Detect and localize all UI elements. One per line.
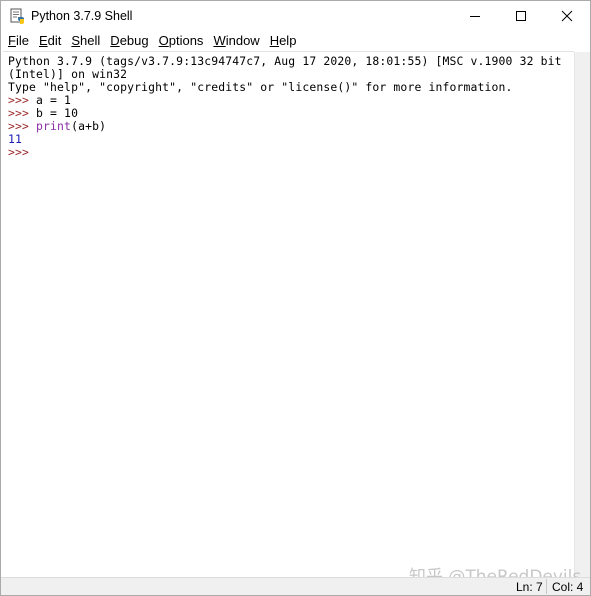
menu-debug-accel: D: [110, 33, 120, 48]
menu-help[interactable]: Help: [265, 31, 302, 51]
idle-shell-window: Python 3.7.9 Shell File Edit Shell Debug…: [0, 0, 591, 596]
shell-prompt: >>>: [8, 93, 37, 107]
banner-line-3: Type "help", "copyright", "credits" or "…: [8, 80, 513, 94]
builtin-keyword: print: [36, 119, 72, 133]
maximize-button[interactable]: [498, 1, 544, 31]
menu-window-accel: W: [213, 33, 226, 48]
menu-shell-label: hell: [80, 33, 101, 48]
menu-file-accel: F: [8, 33, 16, 48]
final-prompt: >>>: [8, 145, 30, 159]
menu-window[interactable]: Window: [208, 31, 264, 51]
input-line-3: >>> print(a+b): [8, 120, 106, 133]
menu-debug[interactable]: Debug: [105, 31, 153, 51]
status-separator: [546, 579, 547, 594]
menu-options[interactable]: Options: [154, 31, 209, 51]
menu-options-accel: O: [158, 33, 169, 48]
minimize-button[interactable]: [452, 1, 498, 31]
menu-options-label: ptions: [168, 33, 204, 48]
menu-file[interactable]: File: [3, 31, 34, 51]
menu-edit-accel: E: [38, 33, 48, 48]
close-button[interactable]: [544, 1, 590, 31]
status-bar: Ln: 7 Col: 4: [1, 577, 590, 595]
vertical-scrollbar[interactable]: [574, 52, 590, 577]
close-icon: [561, 10, 573, 22]
command-text: a = 1: [36, 93, 72, 107]
menu-shell[interactable]: Shell: [66, 31, 105, 51]
maximize-icon: [516, 11, 526, 21]
menu-help-accel: H: [269, 33, 280, 48]
menu-shell-accel: S: [71, 33, 81, 48]
minimize-icon: [470, 16, 480, 17]
menu-help-label: elp: [279, 33, 297, 48]
window-title: Python 3.7.9 Shell: [31, 9, 133, 23]
command-text: b = 10: [36, 106, 79, 120]
shell-prompt: >>>: [8, 119, 37, 133]
status-column-number: Col: 4: [552, 580, 584, 594]
title-bar[interactable]: Python 3.7.9 Shell: [1, 1, 590, 31]
menu-bar: File Edit Shell Debug Options Window Hel…: [1, 31, 590, 51]
menu-edit[interactable]: Edit: [34, 31, 66, 51]
menu-edit-label: dit: [47, 33, 62, 48]
status-line-number: Ln: 7: [516, 580, 543, 594]
python-idle-icon: [9, 8, 25, 24]
menu-debug-label: ebug: [119, 33, 149, 48]
command-text: (a+b): [71, 119, 107, 133]
menu-file-label: ile: [15, 33, 29, 48]
shell-prompt: >>>: [8, 106, 37, 120]
menu-window-label: indow: [225, 33, 260, 48]
shell-text-area[interactable]: Python 3.7.9 (tags/v3.7.9:13c94747c7, Au…: [3, 51, 574, 577]
